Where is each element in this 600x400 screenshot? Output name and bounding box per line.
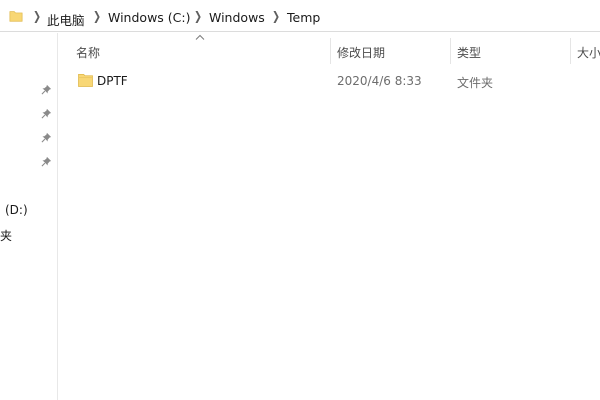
file-row[interactable]: DPTF 2020/4/6 8:33 文件夹 (66, 70, 596, 92)
nav-item-drive-d[interactable]: (D:) (5, 203, 28, 217)
pin-icon[interactable] (41, 132, 52, 143)
folder-icon (9, 11, 23, 22)
nav-item-folder[interactable]: 夹 (0, 227, 12, 244)
column-header-name[interactable]: 名称 (76, 44, 100, 68)
column-divider[interactable] (330, 38, 331, 64)
chevron-right-icon[interactable]: ❯ (194, 9, 202, 23)
column-header-type[interactable]: 类型 (457, 44, 481, 68)
column-header-modified[interactable]: 修改日期 (337, 44, 385, 68)
folder-icon (78, 74, 93, 87)
chevron-right-icon[interactable]: ❯ (33, 9, 41, 23)
chevron-right-icon[interactable]: ❯ (93, 9, 101, 23)
column-divider[interactable] (450, 38, 451, 64)
breadcrumb-windows[interactable]: Windows (209, 10, 265, 25)
file-modified-date: 2020/4/6 8:33 (337, 74, 422, 88)
pin-icon[interactable] (41, 108, 52, 119)
column-header-size[interactable]: 大小 (577, 44, 600, 68)
chevron-right-icon[interactable]: ❯ (272, 9, 280, 23)
file-name[interactable]: DPTF (97, 74, 128, 88)
breadcrumb-drive-c[interactable]: Windows (C:) (108, 10, 190, 25)
address-bar[interactable]: ❯ 此电脑 ❯ Windows (C:) ❯ Windows ❯ Temp (0, 4, 600, 32)
sort-ascending-icon (195, 34, 205, 40)
file-type: 文件夹 (457, 76, 494, 90)
column-divider[interactable] (570, 38, 571, 64)
pin-icon[interactable] (41, 84, 52, 95)
pin-icon[interactable] (41, 156, 52, 167)
breadcrumb-temp[interactable]: Temp (287, 10, 320, 25)
breadcrumb-this-pc[interactable]: 此电脑 (47, 10, 85, 29)
